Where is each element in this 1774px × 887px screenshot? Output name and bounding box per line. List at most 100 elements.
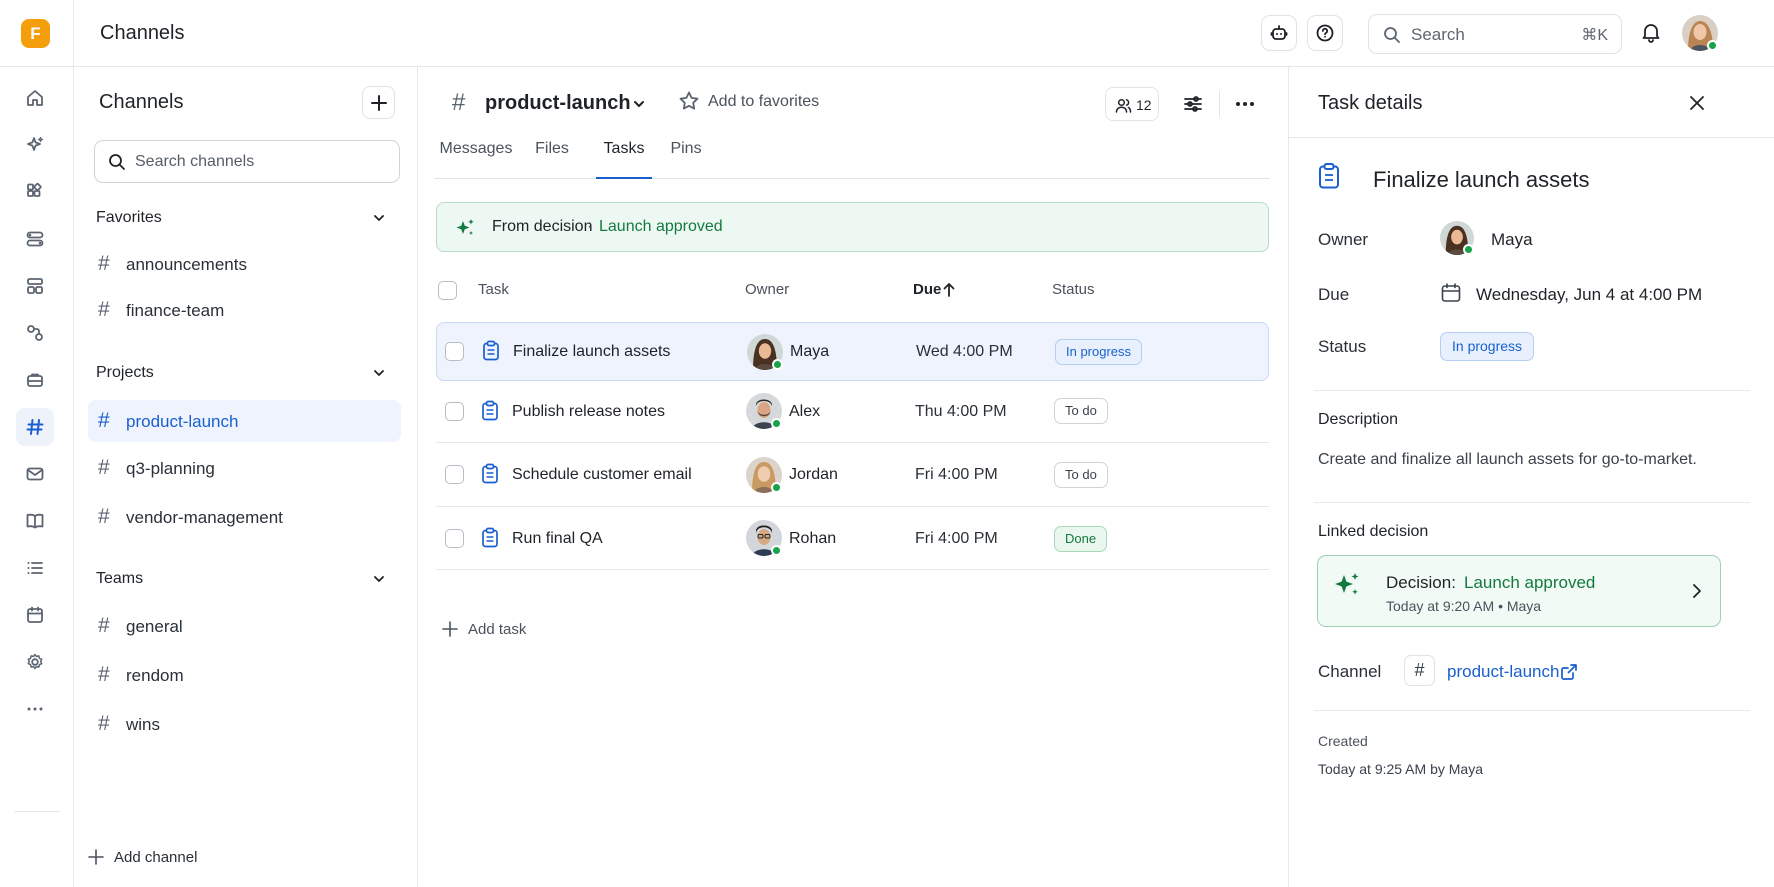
help-icon [1316, 24, 1334, 42]
group-header-projects[interactable]: Projects [96, 361, 396, 385]
rail-mail[interactable] [16, 455, 54, 493]
rail-apps[interactable] [16, 173, 54, 211]
sort-ascending-icon[interactable] [942, 282, 956, 298]
table-row[interactable]: Schedule customer email Jordan Fri 4:00 … [436, 443, 1269, 507]
group-header-teams[interactable]: Teams [96, 567, 396, 591]
channel-name: q3-planning [126, 459, 215, 478]
column-header-status[interactable]: Status [1052, 281, 1095, 298]
calendar-icon [27, 606, 43, 623]
tab-tasks[interactable]: Tasks [596, 139, 652, 179]
channel-item-vendor-management[interactable]: # vendor-management [88, 496, 401, 538]
more-options-button[interactable] [1230, 89, 1260, 119]
table-row[interactable]: Publish release notes Alex Thu 4:00 PM T… [436, 381, 1269, 443]
channel-search-input[interactable] [135, 152, 375, 172]
close-button[interactable] [1683, 89, 1711, 117]
add-channel-button[interactable]: Add channel [86, 843, 246, 871]
notifications-button[interactable] [1640, 21, 1664, 45]
description-text: Create and finalize all launch assets fo… [1318, 451, 1697, 468]
banner-decision-link[interactable]: Launch approved [599, 218, 723, 236]
rail-channels[interactable] [16, 408, 54, 446]
status-badge[interactable]: In progress [1440, 332, 1535, 361]
global-search[interactable]: ⌘K [1368, 14, 1622, 54]
rail-more[interactable] [16, 690, 54, 728]
channel-item-product-launch[interactable]: # product-launch [88, 400, 401, 442]
row-checkbox[interactable] [445, 342, 464, 361]
rail-home[interactable] [16, 79, 54, 117]
hash-icon: # [98, 409, 110, 432]
row-checkbox[interactable] [445, 465, 464, 484]
column-header-owner[interactable]: Owner [745, 281, 789, 298]
rail-workflows[interactable] [16, 314, 54, 352]
task-table-header: Task Owner Due Status [436, 267, 1269, 311]
external-link-icon[interactable] [1560, 663, 1578, 681]
due-date[interactable]: Wednesday, Jun 4 at 4:00 PM [1476, 285, 1702, 305]
clipboard-icon [482, 527, 498, 548]
linked-decision-card[interactable]: Decision: Launch approved Today at 9:20 … [1317, 555, 1721, 627]
channel-title[interactable]: product-launch [485, 92, 631, 115]
mail-icon [26, 467, 44, 481]
new-channel-button[interactable] [362, 86, 395, 119]
rail-bots[interactable] [16, 361, 54, 399]
members-button[interactable]: 12 [1105, 87, 1159, 121]
owner-label: Owner [1318, 230, 1369, 249]
channel-item-rendom[interactable]: # rendom [88, 654, 401, 696]
hash-icon: # [98, 298, 110, 321]
row-checkbox[interactable] [445, 402, 464, 421]
rail-layout[interactable] [16, 267, 54, 305]
status-badge[interactable]: In progress [1055, 339, 1143, 365]
tab-files[interactable]: Files [522, 139, 582, 179]
tab-pins[interactable]: Pins [660, 139, 712, 179]
divider [1219, 91, 1220, 117]
assistant-button[interactable] [1261, 15, 1297, 51]
row-checkbox[interactable] [445, 529, 464, 548]
linked-decision-label: Linked decision [1318, 523, 1429, 540]
status-badge[interactable]: To do [1054, 462, 1108, 488]
channel-link[interactable]: product-launch [1447, 662, 1559, 682]
rail-calendar[interactable] [16, 596, 54, 634]
chevron-down-icon[interactable] [632, 97, 646, 111]
status-label: Status [1318, 337, 1367, 356]
user-avatar[interactable] [1682, 15, 1718, 51]
app-rail [0, 67, 74, 887]
add-to-favorites-button[interactable]: Add to favorites [678, 89, 828, 115]
table-row[interactable]: Run final QA Rohan Fri 4:00 PM Done [436, 507, 1269, 570]
add-task-button[interactable]: Add task [442, 617, 582, 641]
channel-settings-button[interactable] [1178, 89, 1208, 119]
column-header-due[interactable]: Due [913, 281, 941, 298]
owner-avatar [746, 520, 782, 556]
more-icon [27, 707, 43, 711]
channel-item-q3-planning[interactable]: # q3-planning [88, 447, 401, 489]
channel-item-announcements[interactable]: # announcements [88, 243, 401, 285]
channel-name: general [126, 617, 183, 636]
tab-messages[interactable]: Messages [434, 139, 518, 179]
add-channel-label: Add channel [114, 849, 198, 866]
hash-icon: # [98, 505, 110, 528]
help-button[interactable] [1307, 15, 1343, 51]
banner-separator: · [587, 218, 593, 235]
presence-indicator [771, 545, 782, 556]
group-header-favorites[interactable]: Favorites [96, 206, 396, 230]
select-all-checkbox[interactable] [438, 281, 457, 300]
channel-item-finance-team[interactable]: # finance-team [88, 289, 401, 331]
channel-item-wins[interactable]: # wins [88, 703, 401, 745]
rail-lists[interactable] [16, 549, 54, 587]
divider [73, 0, 74, 67]
decision-banner[interactable]: From decision · Launch approved [436, 202, 1269, 252]
table-row[interactable]: Finalize launch assets Maya Wed 4:00 PM … [436, 322, 1269, 381]
presence-indicator [1707, 40, 1718, 51]
owner-name[interactable]: Maya [1491, 230, 1533, 250]
search-input[interactable] [1411, 24, 1561, 46]
rail-docs[interactable] [16, 502, 54, 540]
plus-icon [88, 849, 104, 865]
channel-item-general[interactable]: # general [88, 605, 401, 647]
channel-search[interactable] [94, 140, 400, 183]
rail-settings[interactable] [16, 643, 54, 681]
rail-toggles[interactable] [16, 220, 54, 258]
column-header-task[interactable]: Task [478, 281, 509, 298]
clipboard-icon [482, 400, 498, 421]
status-badge[interactable]: To do [1054, 398, 1108, 424]
rail-ai[interactable] [16, 126, 54, 164]
app-logo[interactable]: F [21, 19, 50, 48]
created-value: Today at 9:25 AM by Maya [1318, 761, 1483, 777]
status-badge[interactable]: Done [1054, 526, 1108, 552]
